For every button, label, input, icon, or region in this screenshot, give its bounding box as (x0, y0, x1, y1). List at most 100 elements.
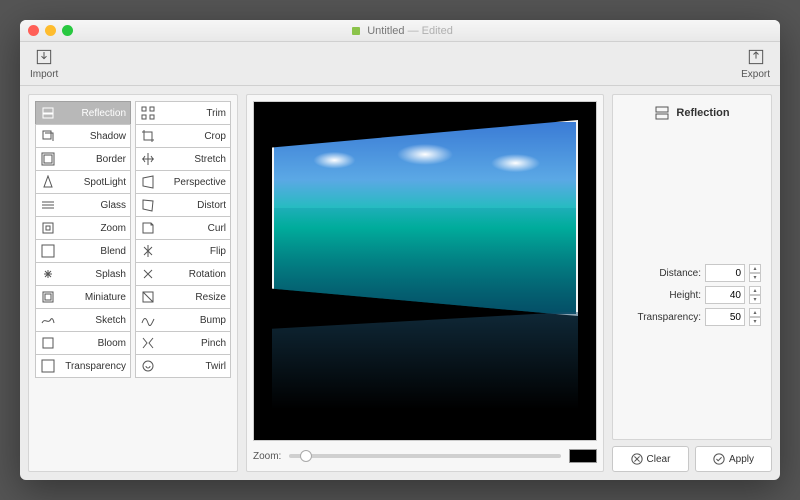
zoom-button[interactable] (62, 25, 73, 36)
tool-splash[interactable]: Splash (35, 262, 131, 286)
crop-icon (140, 128, 156, 144)
field-height: Height:40▴▾ (623, 286, 761, 304)
tool-label: Border (60, 154, 126, 165)
right-column: Reflection Distance:0▴▾Height:40▴▾Transp… (612, 94, 772, 472)
blend-icon (40, 243, 56, 259)
field-distance: Distance:0▴▾ (623, 264, 761, 282)
tool-perspective[interactable]: Perspective (135, 170, 231, 194)
canvas[interactable] (253, 101, 597, 441)
document-proxy-icon (352, 27, 360, 35)
tool-label: Blend (60, 246, 126, 257)
apply-icon (713, 453, 725, 465)
tool-border[interactable]: Border (35, 147, 131, 171)
shadow-icon (40, 128, 56, 144)
tool-label: Twirl (160, 361, 226, 372)
step-up[interactable]: ▴ (749, 308, 761, 317)
step-down[interactable]: ▾ (749, 317, 761, 326)
tool-bump[interactable]: Bump (135, 308, 231, 332)
tools-panel: Reflection Shadow Border SpotLight Glass Zoom… (28, 94, 238, 472)
field-value[interactable]: 50 (705, 308, 745, 326)
tool-label: Rotation (160, 269, 226, 280)
inspector-panel: Reflection Distance:0▴▾Height:40▴▾Transp… (612, 94, 772, 440)
zoom-icon (40, 220, 56, 236)
tool-label: Curl (160, 223, 226, 234)
tool-label: Sketch (60, 315, 126, 326)
window-title: Untitled — Edited (73, 25, 732, 37)
field-stepper[interactable]: ▴▾ (749, 286, 761, 304)
miniature-icon (40, 289, 56, 305)
zoom-thumb[interactable] (300, 450, 312, 462)
tool-label: SpotLight (60, 177, 126, 188)
bump-icon (140, 312, 156, 328)
border-icon (40, 151, 56, 167)
apply-button[interactable]: Apply (695, 446, 772, 472)
canvas-panel: Zoom: (246, 94, 604, 472)
app-window: Untitled — Edited Import Export Reflecti… (20, 20, 780, 480)
field-label: Distance: (623, 268, 701, 279)
tool-resize[interactable]: Resize (135, 285, 231, 309)
tool-blend[interactable]: Blend (35, 239, 131, 263)
minimize-button[interactable] (45, 25, 56, 36)
zoom-bar: Zoom: (253, 441, 597, 465)
tool-label: Resize (160, 292, 226, 303)
tool-label: Bloom (60, 338, 126, 349)
resize-icon (140, 289, 156, 305)
step-up[interactable]: ▴ (749, 286, 761, 295)
tool-zoom[interactable]: Zoom (35, 216, 131, 240)
tool-crop[interactable]: Crop (135, 124, 231, 148)
tool-bloom[interactable]: Bloom (35, 331, 131, 355)
pinch-icon (140, 335, 156, 351)
import-button[interactable]: Import (30, 47, 58, 80)
tool-label: Glass (60, 200, 126, 211)
field-value[interactable]: 0 (705, 264, 745, 282)
glass-icon (40, 197, 56, 213)
tool-flip[interactable]: Flip (135, 239, 231, 263)
tool-label: Flip (160, 246, 226, 257)
field-stepper[interactable]: ▴▾ (749, 308, 761, 326)
tool-rotation[interactable]: Rotation (135, 262, 231, 286)
step-down[interactable]: ▾ (749, 295, 761, 304)
tool-curl[interactable]: Curl (135, 216, 231, 240)
zoom-slider[interactable] (289, 454, 561, 458)
tool-label: Trim (160, 108, 226, 119)
tool-reflection[interactable]: Reflection (35, 101, 131, 125)
tool-spotlight[interactable]: SpotLight (35, 170, 131, 194)
distort-icon (140, 197, 156, 213)
tool-pinch[interactable]: Pinch (135, 331, 231, 355)
tool-label: Shadow (60, 131, 126, 142)
main-body: Reflection Shadow Border SpotLight Glass Zoom… (20, 86, 780, 480)
export-icon (746, 47, 766, 67)
tool-label: Miniature (60, 292, 126, 303)
transparency-icon (40, 358, 56, 374)
field-transparency: Transparency:50▴▾ (623, 308, 761, 326)
tool-label: Reflection (60, 108, 126, 119)
tool-sketch[interactable]: Sketch (35, 308, 131, 332)
background-swatch[interactable] (569, 449, 597, 463)
import-icon (34, 47, 54, 67)
curl-icon (140, 220, 156, 236)
export-button[interactable]: Export (741, 47, 770, 80)
tool-stretch[interactable]: Stretch (135, 147, 231, 171)
close-button[interactable] (28, 25, 39, 36)
image-reflection (272, 312, 578, 434)
twirl-icon (140, 358, 156, 374)
image-preview (272, 120, 578, 316)
tool-transparency[interactable]: Transparency (35, 354, 131, 378)
tool-twirl[interactable]: Twirl (135, 354, 231, 378)
field-stepper[interactable]: ▴▾ (749, 264, 761, 282)
clear-button[interactable]: Clear (612, 446, 689, 472)
tool-distort[interactable]: Distort (135, 193, 231, 217)
tool-glass[interactable]: Glass (35, 193, 131, 217)
stretch-icon (140, 151, 156, 167)
tool-miniature[interactable]: Miniature (35, 285, 131, 309)
tool-shadow[interactable]: Shadow (35, 124, 131, 148)
step-up[interactable]: ▴ (749, 264, 761, 273)
tool-trim[interactable]: Trim (135, 101, 231, 125)
tool-label: Perspective (160, 177, 226, 188)
step-down[interactable]: ▾ (749, 273, 761, 282)
traffic-lights (28, 25, 73, 36)
field-value[interactable]: 40 (705, 286, 745, 304)
field-label: Transparency: (623, 312, 701, 323)
tool-label: Crop (160, 131, 226, 142)
inspector-header: Reflection (623, 105, 761, 121)
